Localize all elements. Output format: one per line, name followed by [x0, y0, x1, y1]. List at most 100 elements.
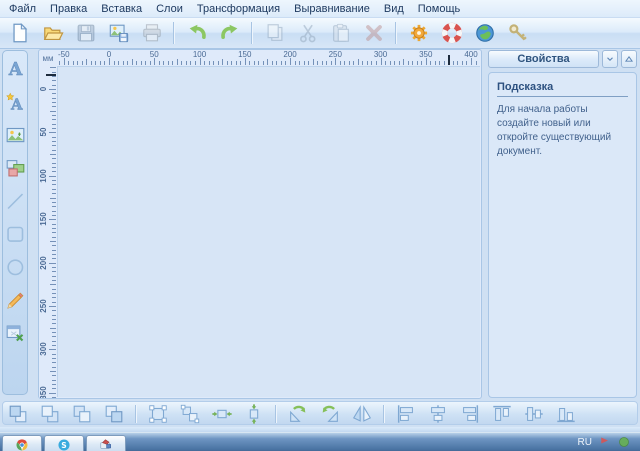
undo-button[interactable]: [183, 20, 210, 46]
align-right-button[interactable]: [457, 402, 483, 426]
toolbar-separator: [251, 22, 253, 44]
cut-button[interactable]: [294, 20, 321, 46]
panel-expand-button[interactable]: [621, 50, 637, 68]
save-button[interactable]: [72, 20, 99, 46]
taskbar-app-button[interactable]: [86, 435, 126, 451]
line-tool[interactable]: [4, 190, 26, 212]
equal-width-button[interactable]: [209, 402, 235, 426]
settings-button[interactable]: [405, 20, 432, 46]
panel-collapse-button[interactable]: [602, 50, 618, 68]
send-backward-button[interactable]: [69, 402, 95, 426]
align-center-button[interactable]: [425, 402, 451, 426]
key-icon: [507, 22, 529, 44]
export-image-button[interactable]: [105, 20, 132, 46]
rectangle-tool[interactable]: [4, 223, 26, 245]
tray-green-status-icon[interactable]: [618, 436, 630, 448]
lifebuoy-icon: [441, 22, 463, 44]
open-document-button[interactable]: [39, 20, 66, 46]
bring-forward-button[interactable]: [37, 402, 63, 426]
delete-button[interactable]: [360, 20, 387, 46]
license-key-button[interactable]: [504, 20, 531, 46]
art-text-tool[interactable]: [4, 91, 26, 113]
text-tool[interactable]: [4, 58, 26, 80]
equal-height-button[interactable]: [241, 402, 267, 426]
equal-height-icon: [243, 403, 265, 425]
canvas-panel: мм -50050100150200250300350400 050100150…: [38, 49, 482, 399]
ellipse-icon: [5, 257, 26, 278]
triangle-up-icon: [624, 54, 634, 64]
rotate-left-icon: [287, 403, 309, 425]
paste-button[interactable]: [327, 20, 354, 46]
rotate-right-button[interactable]: [317, 402, 343, 426]
align-bottom-button[interactable]: [553, 402, 579, 426]
align-top-button[interactable]: [489, 402, 515, 426]
group-icon: [147, 403, 169, 425]
art-text-star-icon: [5, 92, 26, 113]
graphics-app-icon: [99, 438, 113, 451]
windows-taskbar: RU: [0, 432, 640, 451]
menu-bar: ФайлПравкаВставкаСлоиТрансформацияВыравн…: [0, 0, 640, 18]
bring-to-front-button[interactable]: [5, 402, 31, 426]
send-backward-icon: [71, 403, 93, 425]
export-image-icon: [108, 22, 130, 44]
align-right-icon: [459, 403, 481, 425]
group-button[interactable]: [145, 402, 171, 426]
image-tool[interactable]: [4, 124, 26, 146]
menu-view[interactable]: Вид: [377, 1, 411, 17]
pencil-tool[interactable]: [4, 289, 26, 311]
vertical-ruler: 050100150200250300350: [39, 66, 57, 398]
pencil-icon: [5, 290, 26, 311]
menu-file[interactable]: Файл: [2, 1, 43, 17]
help-button[interactable]: [438, 20, 465, 46]
picture-icon: [5, 125, 26, 146]
taskbar-skype-button[interactable]: [44, 435, 84, 451]
embedded-object-tool[interactable]: [4, 322, 26, 344]
chevron-down-icon: [605, 54, 615, 64]
tools-panel: [2, 50, 28, 395]
hint-text: Для начала работы создайте новый или отк…: [497, 103, 628, 159]
redo-button[interactable]: [216, 20, 243, 46]
menu-edit[interactable]: Правка: [43, 1, 94, 17]
application-window: ФайлПравкаВставкаСлоиТрансформацияВыравн…: [0, 0, 640, 451]
print-button[interactable]: [138, 20, 165, 46]
toolbar-separator: [395, 22, 397, 44]
send-to-back-icon: [103, 403, 125, 425]
send-to-back-button[interactable]: [101, 402, 127, 426]
properties-panel-header: Свойства: [488, 50, 637, 68]
open-folder-icon: [42, 22, 64, 44]
taskbar-chrome-button[interactable]: [2, 435, 42, 451]
hint-title: Подсказка: [497, 81, 628, 97]
text-letter-icon: [5, 59, 26, 80]
bring-forward-icon: [39, 403, 61, 425]
menu-transform[interactable]: Трансформация: [190, 1, 287, 17]
copy-button[interactable]: [261, 20, 288, 46]
align-middle-button[interactable]: [521, 402, 547, 426]
tray-red-badge-icon[interactable]: [599, 436, 611, 448]
new-document-button[interactable]: [6, 20, 33, 46]
shapes-tool[interactable]: [4, 157, 26, 179]
main-toolbar: [0, 18, 640, 49]
ruler-unit-label: мм: [39, 50, 57, 66]
flip-button[interactable]: [349, 402, 375, 426]
flip-horizontal-icon: [351, 403, 373, 425]
menu-layers[interactable]: Слои: [149, 1, 190, 17]
embedded-object-icon: [5, 323, 26, 344]
language-indicator[interactable]: RU: [578, 437, 592, 448]
copy-pages-icon: [264, 22, 286, 44]
menu-help[interactable]: Помощь: [411, 1, 468, 17]
line-icon: [5, 191, 26, 212]
properties-header-button[interactable]: Свойства: [488, 50, 599, 68]
ungroup-button[interactable]: [177, 402, 203, 426]
menu-align[interactable]: Выравнивание: [287, 1, 377, 17]
menu-insert[interactable]: Вставка: [94, 1, 149, 17]
rotate-left-button[interactable]: [285, 402, 311, 426]
bring-to-front-icon: [7, 403, 29, 425]
toolbar-separator: [173, 22, 175, 44]
new-document-icon: [9, 22, 31, 44]
canvas[interactable]: [57, 66, 480, 397]
hint-panel: Подсказка Для начала работы создайте нов…: [488, 72, 637, 398]
website-button[interactable]: [471, 20, 498, 46]
ellipse-tool[interactable]: [4, 256, 26, 278]
align-left-button[interactable]: [393, 402, 419, 426]
ungroup-icon: [179, 403, 201, 425]
